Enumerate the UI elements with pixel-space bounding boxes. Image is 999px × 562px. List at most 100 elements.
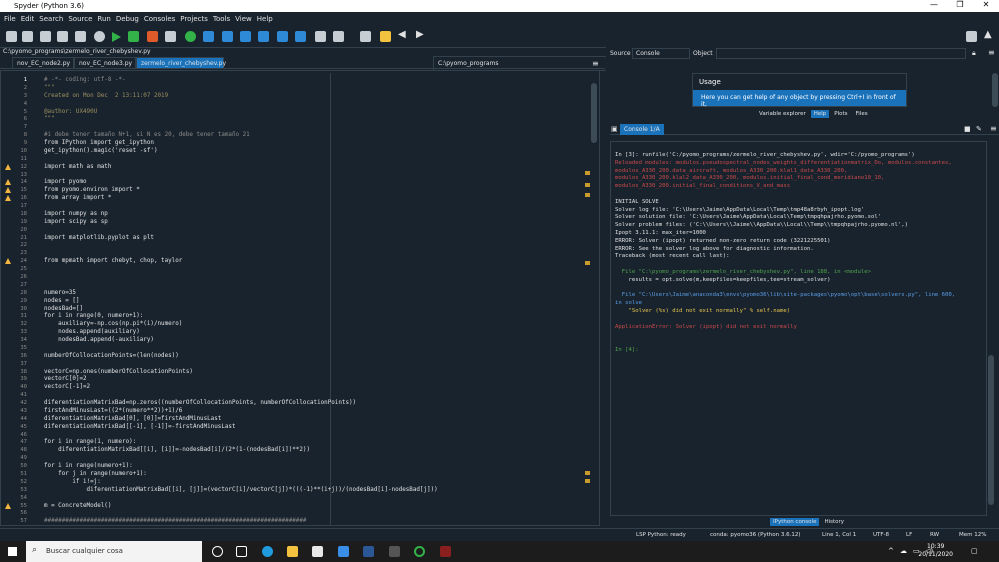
save-all-icon[interactable] xyxy=(57,31,68,42)
step-icon[interactable] xyxy=(222,31,233,42)
anaconda-icon[interactable] xyxy=(414,546,425,557)
cloud-icon[interactable]: ☁ xyxy=(900,547,907,555)
tab-help[interactable]: Help xyxy=(810,110,830,118)
console-tab[interactable]: Console 1/A xyxy=(620,124,664,135)
menu-debug[interactable]: Debug xyxy=(116,15,139,23)
editor-scroll-thumb[interactable] xyxy=(591,83,597,143)
status-bar: LSP Python: ready conda: pyomo36 (Python… xyxy=(0,528,999,541)
eol-status: LF xyxy=(906,532,913,538)
console-line: results = opt.solve(m,keepfiles=keepfile… xyxy=(615,276,831,283)
warning-marker xyxy=(585,183,590,187)
menu-help[interactable]: Help xyxy=(257,15,273,23)
menu-consoles[interactable]: Consoles xyxy=(144,15,175,23)
debug-icon[interactable] xyxy=(203,31,214,42)
notifications-icon[interactable]: ▢ xyxy=(971,547,978,555)
window-title: Spyder (Python 3.6) xyxy=(14,2,84,10)
step-return-icon[interactable] xyxy=(258,31,269,42)
edit-icon[interactable]: ✎ xyxy=(976,125,982,133)
tab-file-2[interactable]: nov_EC_node3.py xyxy=(74,57,136,69)
taskbar: ⌕ Buscar cualquier cosa ^ ☁ ▭ ◁) 10:39 2… xyxy=(0,541,999,562)
menu-projects[interactable]: Projects xyxy=(180,15,208,23)
stop-kernel-icon[interactable]: ■ xyxy=(964,125,971,133)
line-number: 57 xyxy=(20,518,27,525)
word-icon[interactable] xyxy=(363,546,374,557)
file-explorer-icon[interactable] xyxy=(287,546,298,557)
clock[interactable]: 10:39 20/11/2020 xyxy=(918,543,953,559)
console-scroll-thumb[interactable] xyxy=(988,355,994,505)
close-button[interactable]: ✕ xyxy=(973,0,999,9)
code-editor[interactable]: 1 # -*- coding: utf-8 -*- 2 """ 3 Created on … xyxy=(0,70,600,526)
console-line: INITIAL SOLVE xyxy=(615,198,659,205)
menu-file[interactable]: File xyxy=(4,15,16,23)
run-cell-advance-icon[interactable] xyxy=(147,31,158,42)
run-selection-icon[interactable] xyxy=(165,31,176,42)
cortana-icon[interactable] xyxy=(212,546,223,557)
console-line: In [4]: xyxy=(615,347,639,353)
lock-icon[interactable]: 🔒︎ xyxy=(972,49,976,58)
console-bottom-tabs: IPython console History xyxy=(770,518,849,526)
tab-variable-explorer[interactable]: Variable explorer xyxy=(756,110,809,118)
fullscreen-icon[interactable] xyxy=(333,31,344,42)
run-icon[interactable] xyxy=(112,32,121,42)
ipython-console[interactable]: In [3]: runfile('C:/pyomo_programs/zerme… xyxy=(610,141,987,516)
browse-folder-icon[interactable] xyxy=(966,31,977,42)
warning-marker xyxy=(585,261,590,265)
step-into-icon[interactable] xyxy=(240,31,251,42)
forward-arrow-icon[interactable]: ▶ xyxy=(416,29,427,40)
terminal-icon[interactable] xyxy=(389,546,400,557)
menu-tools[interactable]: Tools xyxy=(213,15,230,23)
windows-start-icon[interactable] xyxy=(8,547,17,556)
console-line: File "C:\pyomo_programs\zermelo_river_ch… xyxy=(615,269,871,275)
tab-plots[interactable]: Plots xyxy=(831,110,850,118)
new-file-icon[interactable] xyxy=(6,31,17,42)
menu-run[interactable]: Run xyxy=(97,15,110,23)
list-icon[interactable] xyxy=(75,31,86,42)
editor-tabs: nov_EC_node2.py nov_EC_node3.py zermelo_… xyxy=(0,57,605,69)
menu-source[interactable]: Source xyxy=(68,15,92,23)
python-path-icon[interactable] xyxy=(380,31,391,42)
at-icon[interactable] xyxy=(94,31,105,42)
parent-dir-icon[interactable]: ▲ xyxy=(984,29,995,40)
console-line: "Solver (%s) did not exit normally" % se… xyxy=(615,308,791,314)
tab-files[interactable]: Files xyxy=(853,110,871,118)
edge-browser-icon[interactable] xyxy=(262,546,273,557)
editor-filepath: C:\pyomo_programs\zermelo_river_chebyshe… xyxy=(3,48,151,55)
continue-icon[interactable] xyxy=(277,31,288,42)
usage-text: Here you can get help of any object by p… xyxy=(701,94,896,108)
maximize-button[interactable]: ❐ xyxy=(947,0,973,9)
store-icon[interactable] xyxy=(312,546,323,557)
menu-view[interactable]: View xyxy=(235,15,252,23)
help-scrollbar[interactable] xyxy=(992,73,998,107)
run-cell-icon[interactable] xyxy=(128,31,139,42)
rw-status: RW xyxy=(930,532,940,538)
tab-history[interactable]: History xyxy=(821,518,847,526)
mail-icon[interactable] xyxy=(338,546,349,557)
minimize-button[interactable]: — xyxy=(921,0,947,9)
menu-search[interactable]: Search xyxy=(39,15,63,23)
console-menu-icon[interactable]: ≡ xyxy=(990,124,997,133)
search-icon: ⌕ xyxy=(32,545,38,555)
encoding-status: UTF-8 xyxy=(873,532,890,538)
rerun-icon[interactable] xyxy=(185,31,196,42)
tab-file-3[interactable]: zermelo_river_chebyshev.py xyxy=(136,57,226,69)
open-file-icon[interactable] xyxy=(22,31,33,42)
wrench-icon[interactable] xyxy=(360,31,371,42)
menu-edit[interactable]: Edit xyxy=(21,15,35,23)
tray-chevron-icon[interactable]: ^ xyxy=(888,547,894,555)
code-line[interactable]: 57 ######################################… xyxy=(1,517,581,525)
taskbar-search[interactable]: ⌕ Buscar cualquier cosa xyxy=(26,541,202,562)
spyder-icon[interactable] xyxy=(440,546,451,557)
object-input[interactable] xyxy=(716,48,966,59)
console-line: modulos_A330_200.klal2_data_A330_200, mo… xyxy=(615,175,885,182)
save-icon[interactable] xyxy=(40,31,51,42)
back-arrow-icon[interactable]: ◀ xyxy=(398,29,409,40)
maximize-pane-icon[interactable] xyxy=(315,31,326,42)
clock-date: 20/11/2020 xyxy=(918,551,953,558)
source-select[interactable]: Console xyxy=(632,48,690,59)
editor-menu-icon[interactable]: ≡ xyxy=(592,59,599,68)
task-view-icon[interactable] xyxy=(236,546,247,557)
tab-ipython-console[interactable]: IPython console xyxy=(770,518,820,526)
help-menu-icon[interactable]: ≡ xyxy=(988,48,995,57)
stop-debug-icon[interactable] xyxy=(295,31,306,42)
tab-file-1[interactable]: nov_EC_node2.py xyxy=(12,57,74,69)
